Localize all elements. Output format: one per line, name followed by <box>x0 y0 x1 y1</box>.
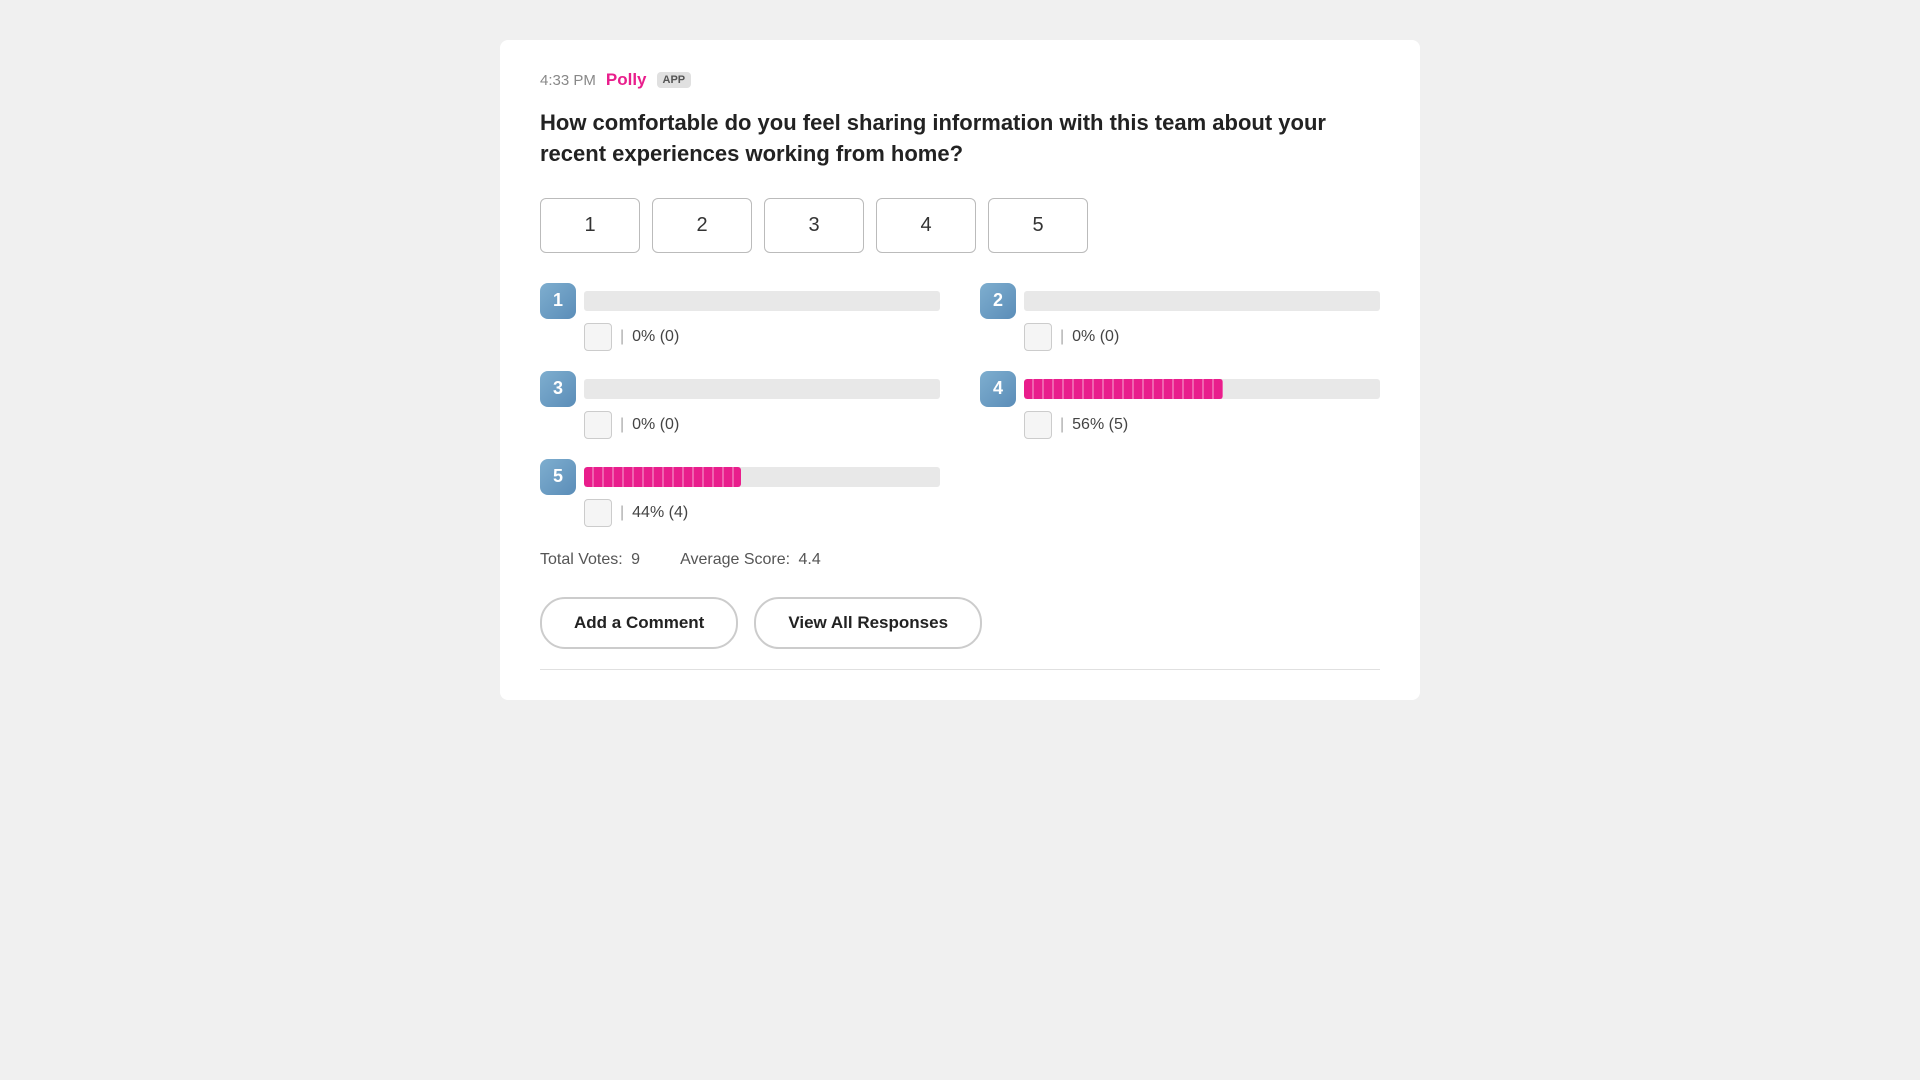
result-bar-row-5: 5 <box>540 459 940 495</box>
bar-track-1 <box>584 291 940 311</box>
result-item-1: 1 | 0% (0) <box>540 283 940 351</box>
total-votes-value: 9 <box>631 551 640 568</box>
result-label-row-2: | 0% (0) <box>980 323 1380 351</box>
result-item-3: 3 | 0% (0) <box>540 371 940 439</box>
rating-button-1[interactable]: 1 <box>540 198 640 253</box>
header-row: 4:33 PM Polly APP <box>540 70 1380 90</box>
result-item-4: 4 | 56% (5) <box>980 371 1380 439</box>
result-label-row-1: | 0% (0) <box>540 323 940 351</box>
result-bar-row-1: 1 <box>540 283 940 319</box>
result-badge-3: 3 <box>540 371 576 407</box>
result-label-row-5: | 44% (4) <box>540 499 940 527</box>
summary-row: Total Votes: 9 Average Score: 4.4 <box>540 551 1380 569</box>
result-item-2: 2 | 0% (0) <box>980 283 1380 351</box>
result-badge-4: 4 <box>980 371 1016 407</box>
result-checkbox-4 <box>1024 411 1052 439</box>
rating-button-3[interactable]: 3 <box>764 198 864 253</box>
result-stat-2: 0% (0) <box>1072 328 1119 346</box>
result-label-row-3: | 0% (0) <box>540 411 940 439</box>
timestamp: 4:33 PM <box>540 72 596 89</box>
result-checkbox-5 <box>584 499 612 527</box>
bar-track-4 <box>1024 379 1380 399</box>
app-name: Polly <box>606 70 647 90</box>
result-badge-1: 1 <box>540 283 576 319</box>
question-text: How comfortable do you feel sharing info… <box>540 108 1380 170</box>
bar-track-2 <box>1024 291 1380 311</box>
total-votes-label: Total Votes: 9 <box>540 551 640 569</box>
action-buttons: Add a Comment View All Responses <box>540 597 1380 649</box>
app-badge: APP <box>657 72 692 88</box>
result-checkbox-1 <box>584 323 612 351</box>
rating-button-5[interactable]: 5 <box>988 198 1088 253</box>
result-checkbox-3 <box>584 411 612 439</box>
result-item-5: 5 | 44% (4) <box>540 459 940 527</box>
bar-track-3 <box>584 379 940 399</box>
average-score-label: Average Score: 4.4 <box>680 551 821 569</box>
result-stat-3: 0% (0) <box>632 416 679 434</box>
result-badge-2: 2 <box>980 283 1016 319</box>
result-stat-4: 56% (5) <box>1072 416 1128 434</box>
result-label-row-4: | 56% (5) <box>980 411 1380 439</box>
result-stat-1: 0% (0) <box>632 328 679 346</box>
result-checkbox-2 <box>1024 323 1052 351</box>
view-responses-button[interactable]: View All Responses <box>754 597 982 649</box>
rating-button-2[interactable]: 2 <box>652 198 752 253</box>
bar-fill-4 <box>1024 379 1223 399</box>
result-badge-5: 5 <box>540 459 576 495</box>
result-bar-row-3: 3 <box>540 371 940 407</box>
rating-buttons: 1 2 3 4 5 <box>540 198 1380 253</box>
add-comment-button[interactable]: Add a Comment <box>540 597 738 649</box>
results-grid: 1 | 0% (0) 2 <box>540 283 1380 527</box>
average-score-value: 4.4 <box>799 551 821 568</box>
divider <box>540 669 1380 670</box>
result-bar-row-2: 2 <box>980 283 1380 319</box>
rating-button-4[interactable]: 4 <box>876 198 976 253</box>
bar-track-5 <box>584 467 940 487</box>
result-stat-5: 44% (4) <box>632 504 688 522</box>
bar-fill-5 <box>584 467 741 487</box>
result-bar-row-4: 4 <box>980 371 1380 407</box>
